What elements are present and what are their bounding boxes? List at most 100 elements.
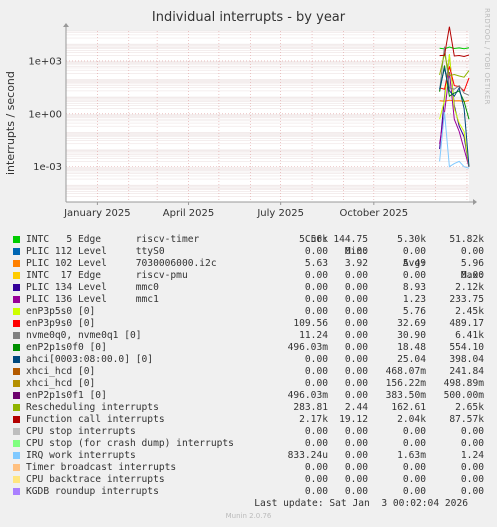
legend-max: 2.12k	[455, 282, 484, 293]
x-tick-label: October 2025	[339, 208, 408, 219]
legend-row: xhci_hcd [0] 0.00 0.00 468.07m 241.84	[12, 366, 492, 378]
legend-cur: 0.00	[304, 282, 328, 293]
legend-row: IRQ work interrupts 833.24u 0.00 1.63m 1.24	[12, 450, 492, 462]
legend-cur: 0.00	[304, 426, 328, 437]
legend-avg: 0.00	[402, 438, 426, 449]
legend-label: PLIC 112 Level ttyS0	[26, 246, 165, 257]
legend-min: 0.00	[344, 450, 368, 461]
legend-cur: 0.00	[304, 306, 328, 317]
x-tick-label: July 2025	[256, 208, 304, 219]
legend-row: ahci[0003:08:00.0] [0] 0.00 0.00 25.04 398.0…	[12, 354, 492, 366]
legend-cur: 0.00	[304, 378, 328, 389]
legend-label: Function call interrupts	[26, 414, 165, 425]
legend-min: 0.00	[344, 486, 368, 497]
legend-avg: 0.00	[402, 246, 426, 257]
legend-min: 0.00	[344, 246, 368, 257]
legend-avg: 18.48	[397, 342, 426, 353]
legend-cur: 0.00	[304, 474, 328, 485]
legend-cur: 2.17k	[299, 414, 328, 425]
legend-max: 489.17	[449, 318, 484, 329]
legend-row: INTC 5 Edge riscv-timer 5.56k 144.75 5.30k 5…	[12, 234, 492, 246]
legend-row: INTC 17 Edge riscv-pmu 0.00 0.00 0.00 0.00	[12, 270, 492, 282]
legend-max: 6.41k	[455, 330, 484, 341]
legend-min: 0.00	[344, 438, 368, 449]
legend-row: enP2p1s0f0 [0] 496.03m 0.00 18.48 554.10	[12, 342, 492, 354]
legend-max: 0.00	[460, 462, 484, 473]
legend-swatch	[13, 296, 20, 303]
legend-max: 233.75	[449, 294, 484, 305]
legend-min: 0.00	[344, 474, 368, 485]
legend-header: Cur: Min: Avg: Max:	[12, 222, 492, 281]
legend-max: 500.00m	[443, 390, 484, 401]
legend-avg: 25.04	[397, 354, 426, 365]
legend-cur: 0.00	[304, 438, 328, 449]
legend-label: Rescheduling interrupts	[26, 402, 159, 413]
legend-swatch	[13, 488, 20, 495]
legend-swatch	[13, 260, 20, 267]
legend-swatch	[13, 272, 20, 279]
legend-min: 0.00	[344, 306, 368, 317]
legend-max: 241.84	[449, 366, 484, 377]
last-update: Last update: Sat Jan 3 00:02:04 2026	[254, 498, 468, 509]
legend-avg: 383.50m	[385, 390, 426, 401]
legend-min: 0.00	[344, 282, 368, 293]
legend-swatch	[13, 344, 20, 351]
legend-swatch	[13, 368, 20, 375]
legend-row: enP3p9s0 [0] 109.56 0.00 32.69 489.17	[12, 318, 492, 330]
legend-avg: 468.07m	[385, 366, 426, 377]
legend-max: 0.00	[460, 270, 484, 281]
legend-swatch	[13, 440, 20, 447]
legend-max: 0.00	[460, 486, 484, 497]
munin-version: Munin 2.0.76	[225, 512, 272, 520]
legend-max: 498.89m	[443, 378, 484, 389]
legend-min: 0.00	[344, 318, 368, 329]
legend-avg: 30.90	[397, 330, 426, 341]
legend-avg: 0.00	[402, 462, 426, 473]
legend-avg: 5.76	[402, 306, 426, 317]
legend-avg: 2.04k	[397, 414, 426, 425]
x-tick-label: April 2025	[163, 208, 214, 219]
legend-row: KGDB roundup interrupts 0.00 0.00 0.00 0.00	[12, 486, 492, 498]
legend-max: 398.04	[449, 354, 484, 365]
legend-label: PLIC 134 Level mmc0	[26, 282, 159, 293]
legend-avg: 0.00	[402, 270, 426, 281]
legend-label: ahci[0003:08:00.0] [0]	[26, 354, 154, 365]
legend-label: nvme0q0, nvme0q1 [0]	[26, 330, 142, 341]
legend-swatch	[13, 308, 20, 315]
legend-row: enP3p5s0 [0] 0.00 0.00 5.76 2.45k	[12, 306, 492, 318]
legend-max: 0.00	[460, 438, 484, 449]
legend-avg: 8.93	[402, 282, 426, 293]
legend-cur: 0.00	[304, 246, 328, 257]
legend-avg: 1.23	[402, 294, 426, 305]
legend-row: enP2p1s0f1 [0] 496.03m 0.00 383.50m 500.00m	[12, 390, 492, 402]
legend-swatch	[13, 284, 20, 291]
x-axis-arrow	[473, 199, 477, 205]
legend-label: enP2p1s0f1 [0]	[26, 390, 107, 401]
legend-avg: 0.00	[402, 474, 426, 485]
y-tick-label: 1e+03	[28, 56, 62, 67]
legend-avg: 162.61	[391, 402, 426, 413]
legend-max: 5.96	[460, 258, 484, 269]
legend-cur: 283.81	[293, 402, 328, 413]
legend-max: 0.00	[460, 426, 484, 437]
legend-min: 3.92	[344, 258, 368, 269]
legend-row: CPU backtrace interrupts 0.00 0.00 0.00 0.00	[12, 474, 492, 486]
legend-swatch	[13, 320, 20, 327]
legend-row: CPU stop interrupts 0.00 0.00 0.00 0.00	[12, 426, 492, 438]
legend-swatch	[13, 476, 20, 483]
y-tick-label: 1e+00	[28, 109, 62, 120]
legend-swatch	[13, 416, 20, 423]
legend-swatch	[13, 428, 20, 435]
legend-avg: 0.00	[402, 486, 426, 497]
legend-min: 0.00	[344, 330, 368, 341]
legend-row: CPU stop (for crash dump) interrupts 0.00…	[12, 438, 492, 450]
legend-cur: 11.24	[299, 330, 328, 341]
legend-min: 144.75	[333, 234, 368, 245]
legend-avg: 32.69	[397, 318, 426, 329]
legend-cur: 0.00	[304, 294, 328, 305]
legend-row: PLIC 112 Level ttyS0 0.00 0.00 0.00 0.00	[12, 246, 492, 258]
legend-swatch	[13, 356, 20, 363]
legend-avg: 5.30k	[397, 234, 426, 245]
legend-min: 0.00	[344, 426, 368, 437]
legend-label: CPU stop interrupts	[26, 426, 136, 437]
